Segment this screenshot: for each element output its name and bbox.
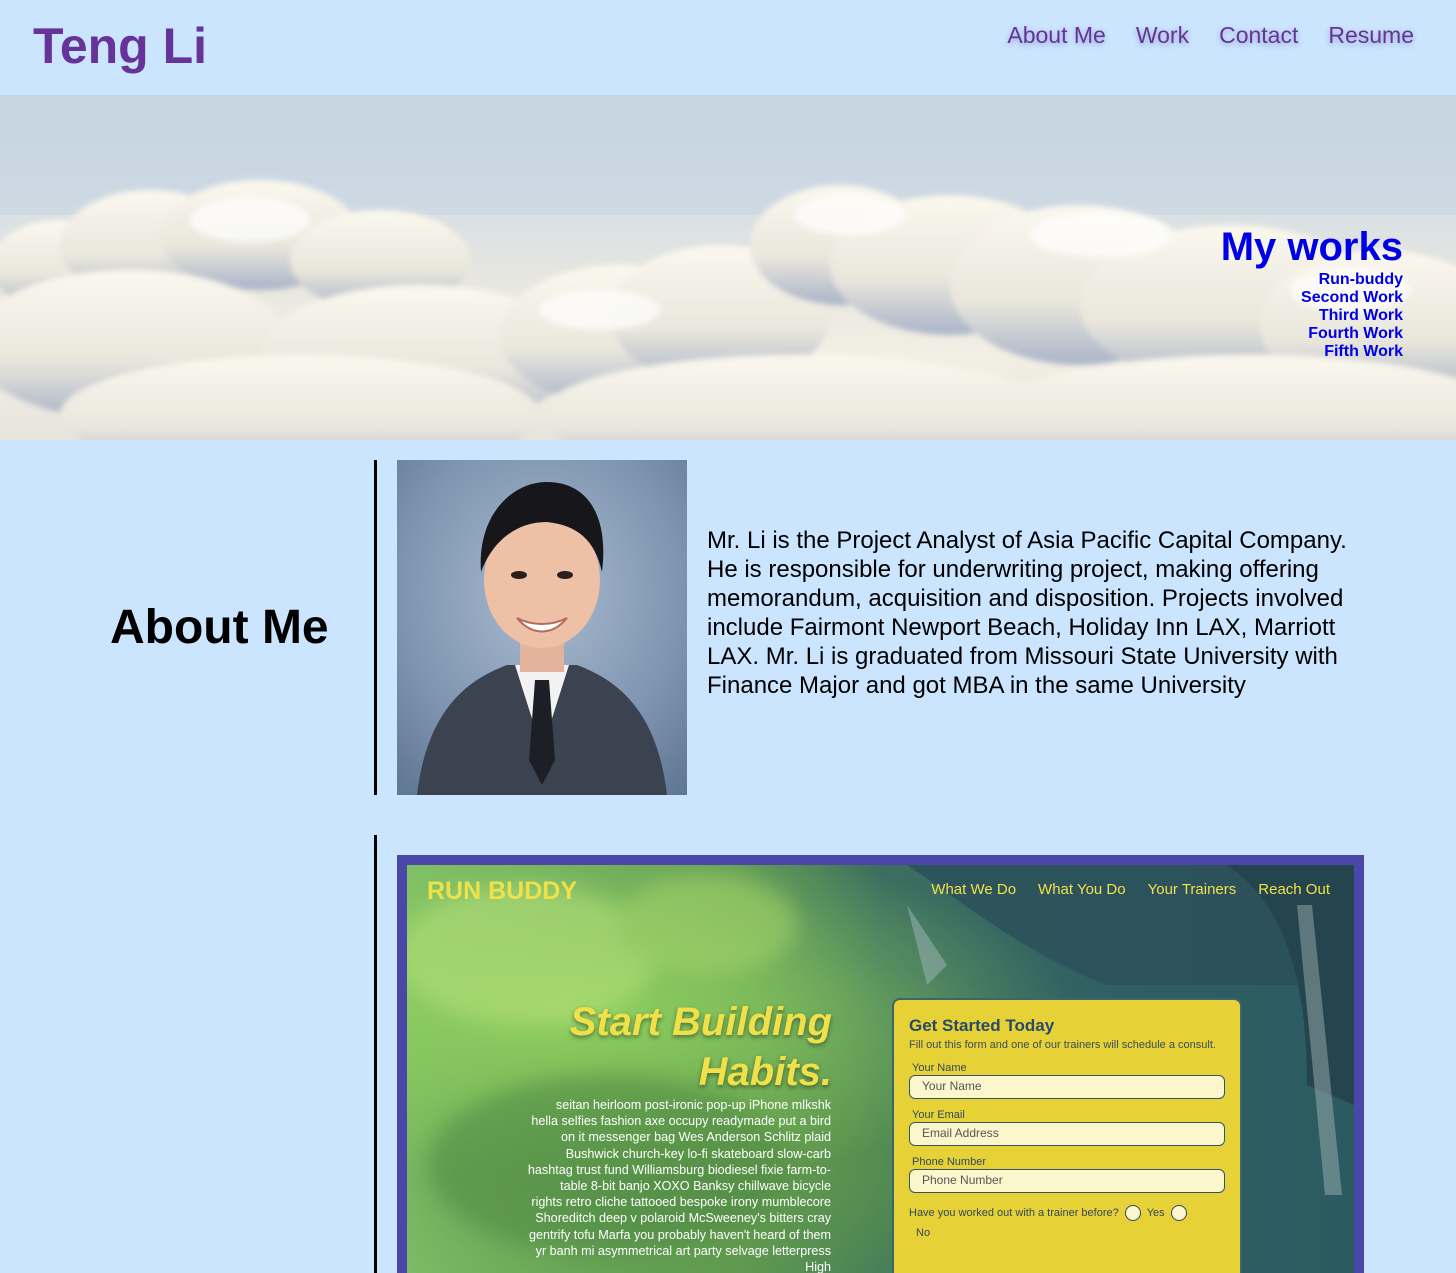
work-link-third[interactable]: Third Work — [1221, 307, 1403, 325]
name-label: Your Name — [912, 1062, 967, 1074]
run-buddy-preview[interactable]: RUN BUDDY What We Do What You Do Your Tr… — [397, 855, 1364, 1273]
phone-label: Phone Number — [912, 1156, 986, 1168]
site-header: Teng Li About Me Work Contact Resume — [0, 0, 1456, 95]
bio-text: Mr. Li is the Project Analyst of Asia Pa… — [707, 527, 1347, 699]
works-title: My works — [1220, 225, 1403, 269]
runbuddy-headline-line1: Start Building — [569, 1000, 832, 1044]
nav-about-me[interactable]: About Me — [1007, 22, 1105, 49]
runbuddy-logo: RUN BUDDY — [427, 877, 577, 905]
trainer-question-text: Have you worked out with a trainer befor… — [909, 1207, 1119, 1219]
runbuddy-body-text: seitan heirloom post-ironic pop-up iPhon… — [527, 1098, 831, 1273]
name-field: Your Name — [909, 1075, 1225, 1099]
email-field: Email Address — [909, 1122, 1225, 1146]
work-link-fourth[interactable]: Fourth Work — [1221, 325, 1403, 343]
runbuddy-nav-what-we-do: What We Do — [931, 881, 1017, 898]
runbuddy-headline: Start Building Habits. — [527, 997, 832, 1097]
section-divider — [374, 460, 377, 795]
no-label: No — [916, 1227, 931, 1239]
nav-work[interactable]: Work — [1136, 22, 1189, 49]
email-label: Your Email — [912, 1109, 965, 1121]
trainer-question: Have you worked out with a trainer befor… — [909, 1205, 1225, 1221]
profile-photo — [397, 460, 687, 795]
yes-radio — [1124, 1205, 1141, 1221]
section-divider — [374, 835, 377, 1273]
runbuddy-headline-line2: Habits. — [698, 1050, 832, 1094]
work-link-second[interactable]: Second Work — [1221, 289, 1403, 307]
run-buddy-screenshot: RUN BUDDY What We Do What You Do Your Tr… — [407, 865, 1354, 1273]
yes-label: Yes — [1146, 1207, 1165, 1219]
hero-banner: My works Run-buddy Second Work Third Wor… — [0, 95, 1456, 440]
work-link-run-buddy[interactable]: Run-buddy — [1221, 271, 1403, 289]
site-title[interactable]: Teng Li — [33, 18, 207, 74]
runbuddy-nav-reach-out: Reach Out — [1258, 881, 1330, 898]
about-heading: About Me — [110, 601, 329, 654]
main-nav: About Me Work Contact Resume — [1007, 22, 1414, 49]
runbuddy-form-title: Get Started Today — [909, 1016, 1055, 1035]
runbuddy-nav-your-trainers: Your Trainers — [1147, 881, 1237, 898]
nav-contact[interactable]: Contact — [1219, 22, 1298, 49]
runbuddy-form-subtitle: Fill out this form and one of our traine… — [909, 1039, 1216, 1051]
work-link-fifth[interactable]: Fifth Work — [1221, 343, 1403, 361]
no-radio — [1170, 1205, 1187, 1221]
runbuddy-signup-form: Get Started Today Fill out this form and… — [892, 998, 1242, 1273]
runbuddy-nav: What We Do What You Do Your Trainers Rea… — [931, 881, 1330, 898]
runbuddy-nav-what-you-do: What You Do — [1038, 881, 1126, 898]
works-menu: My works Run-buddy Second Work Third Wor… — [1221, 225, 1403, 361]
phone-field: Phone Number — [909, 1169, 1225, 1193]
nav-resume[interactable]: Resume — [1328, 22, 1414, 49]
